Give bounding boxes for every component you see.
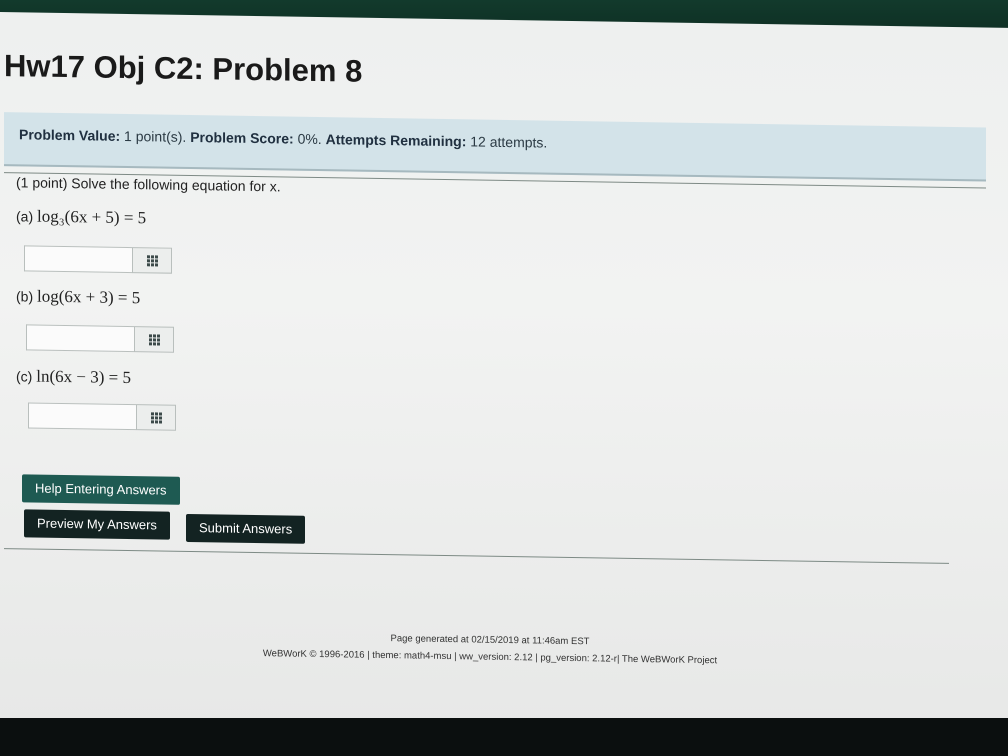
part-label: (c) — [16, 368, 33, 385]
answer-input-a[interactable] — [24, 245, 132, 274]
part-a-statement: (a) log₃(6x + 5) = 5 — [16, 206, 146, 228]
problem-score: 0%. — [297, 130, 322, 148]
page-title: Hw17 Obj C2: Problem 8 — [4, 48, 363, 89]
equation: ln(6x − 3) = 5 — [36, 366, 131, 388]
monitor-bottom-bezel — [0, 718, 1008, 756]
grid-icon — [150, 411, 162, 424]
part-label: (b) — [16, 288, 34, 305]
problem-prompt: (1 point) Solve the following equation f… — [16, 174, 281, 195]
webwork-page: Hw17 Obj C2: Problem 8 Problem Value: 1 … — [0, 12, 1008, 740]
part-a-answer — [24, 245, 172, 274]
answer-helper-button-c[interactable] — [136, 404, 176, 431]
divider — [4, 548, 949, 564]
part-label: (a) — [16, 208, 34, 225]
answer-input-b[interactable] — [26, 324, 134, 353]
equation: log(6x + 3) = 5 — [37, 286, 141, 308]
part-b-statement: (b) log(6x + 3) = 5 — [16, 286, 140, 308]
problem-value: 1 point(s). — [124, 127, 187, 145]
grid-icon — [148, 333, 160, 346]
answer-helper-button-b[interactable] — [134, 326, 174, 353]
part-c-statement: (c) ln(6x − 3) = 5 — [16, 366, 131, 388]
answer-helper-button-a[interactable] — [132, 247, 172, 274]
preview-answers-button[interactable]: Preview My Answers — [24, 509, 170, 540]
submit-answers-button[interactable]: Submit Answers — [186, 513, 306, 544]
problem-score-label: Problem Score: — [190, 128, 294, 147]
part-b-answer — [26, 324, 174, 353]
attempts-remaining-label: Attempts Remaining: — [325, 131, 467, 150]
problem-info-bar: Problem Value: 1 point(s). Problem Score… — [4, 112, 986, 182]
answer-input-c[interactable] — [28, 402, 136, 431]
attempts-remaining: 12 attempts. — [470, 133, 548, 151]
problem-value-label: Problem Value: — [19, 126, 121, 144]
help-entering-answers-button[interactable]: Help Entering Answers — [22, 474, 180, 505]
grid-icon — [146, 254, 158, 266]
equation: log₃(6x + 5) = 5 — [37, 206, 147, 228]
part-c-answer — [28, 402, 176, 431]
